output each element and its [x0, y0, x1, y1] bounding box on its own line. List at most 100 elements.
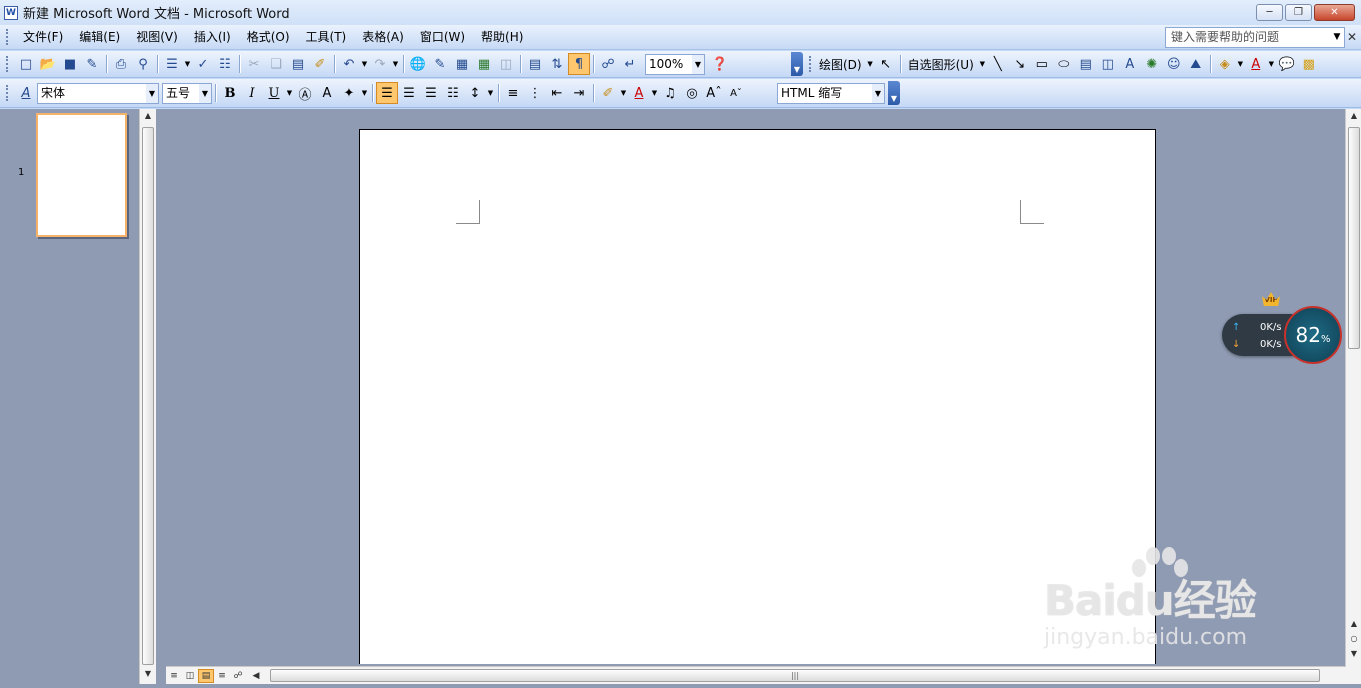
read-icon[interactable]: ☍: [597, 53, 619, 75]
research-book-icon[interactable]: ☷: [214, 53, 236, 75]
chevron-down-icon[interactable]: ▼: [692, 54, 704, 74]
chevron-down-icon[interactable]: ▼: [1236, 60, 1245, 68]
scroll-thumb[interactable]: [142, 127, 154, 665]
char-shading-icon[interactable]: A: [316, 82, 338, 104]
toolbar-grip[interactable]: [809, 56, 812, 72]
horizontal-scrollbar[interactable]: ≡ ◫ ▤ ≡ ☍ ◀ |||: [166, 666, 1346, 684]
chevron-down-icon[interactable]: ▼: [872, 83, 884, 103]
close-button[interactable]: ✕: [1314, 4, 1355, 21]
align-left-icon[interactable]: ☰: [376, 82, 398, 104]
select-objects-icon[interactable]: ↖: [875, 53, 897, 75]
scroll-up-icon[interactable]: ▲: [140, 111, 156, 125]
redo-icon[interactable]: ↷: [369, 53, 391, 75]
scroll-up-icon[interactable]: ▲: [1346, 111, 1361, 125]
autoshapes-menu-button[interactable]: 自选图形(U): [904, 56, 978, 73]
print-icon[interactable]: ⎙: [110, 53, 132, 75]
chevron-down-icon[interactable]: ▼: [1330, 28, 1344, 47]
font-select[interactable]: 宋体 ▼: [37, 82, 159, 104]
drawing-icon[interactable]: ▤: [524, 53, 546, 75]
bold-icon[interactable]: B: [219, 82, 241, 104]
arrow-icon[interactable]: ↘: [1009, 53, 1031, 75]
save-icon[interactable]: ■: [59, 53, 81, 75]
toolbar-options-icon[interactable]: ▼: [791, 52, 803, 76]
document-vertical-scrollbar[interactable]: ▲ ▲ ○ ▼: [1345, 109, 1361, 684]
spelling-icon[interactable]: ✓: [192, 53, 214, 75]
print-layout-icon[interactable]: ▤: [198, 668, 214, 683]
draw-menu-button[interactable]: 绘图(D): [815, 56, 866, 73]
chart-icon[interactable]: ▩: [1298, 53, 1320, 75]
restore-button[interactable]: ❐: [1285, 4, 1312, 21]
insert-excel-icon[interactable]: ▦: [473, 53, 495, 75]
chevron-down-icon[interactable]: ▼: [391, 60, 400, 68]
word-app-icon[interactable]: W: [4, 5, 18, 20]
close-document-icon[interactable]: ✕: [1347, 30, 1357, 44]
menu-edit[interactable]: 编辑(E): [71, 27, 128, 47]
toolbar-options-icon[interactable]: ▼: [888, 81, 900, 105]
normal-view-icon[interactable]: ≡: [166, 669, 182, 683]
rectangle-icon[interactable]: ▭: [1031, 53, 1053, 75]
menu-window[interactable]: 窗口(W): [412, 27, 473, 47]
document-map-icon[interactable]: ⇅: [546, 53, 568, 75]
scroll-thumb[interactable]: [1348, 127, 1360, 349]
reading-view-icon[interactable]: ☍: [230, 669, 246, 683]
research-icon[interactable]: ☰: [161, 53, 183, 75]
show-hide-icon[interactable]: ¶: [568, 53, 590, 75]
fill-color-icon[interactable]: ◈: [1214, 53, 1236, 75]
chevron-down-icon[interactable]: ▼: [1267, 60, 1276, 68]
network-speed-widget[interactable]: ↑ 0K/s ↓ 0K/s 82% VIP: [1222, 292, 1344, 366]
print-preview-icon[interactable]: ⚲: [132, 53, 154, 75]
minimize-button[interactable]: ─: [1256, 4, 1283, 21]
tables-borders-icon[interactable]: ✎: [429, 53, 451, 75]
paste-icon[interactable]: ▤: [287, 53, 309, 75]
scroll-left-icon[interactable]: ◀: [248, 669, 264, 683]
menubar-grip[interactable]: [6, 29, 9, 45]
copy-icon[interactable]: ❏: [265, 53, 287, 75]
oval-icon[interactable]: ⬭: [1053, 53, 1075, 75]
thumbnail-scrollbar[interactable]: ▲ ▼: [139, 109, 156, 684]
next-page-icon[interactable]: ▼: [1346, 649, 1361, 663]
clipart-icon[interactable]: ☺: [1163, 53, 1185, 75]
align-right-icon[interactable]: ☰: [420, 82, 442, 104]
phonetic-guide-icon[interactable]: ♫: [659, 82, 681, 104]
vertical-textbox-icon[interactable]: ◫: [1097, 53, 1119, 75]
chevron-down-icon[interactable]: ▼: [360, 60, 369, 68]
bullets-icon[interactable]: ⋮: [524, 82, 546, 104]
chevron-down-icon[interactable]: ▼: [650, 89, 659, 97]
grow-font-icon[interactable]: Aˆ: [703, 82, 725, 104]
insert-table-icon[interactable]: ▦: [451, 53, 473, 75]
columns-icon[interactable]: ◫: [495, 53, 517, 75]
char-scale-icon[interactable]: ✦: [338, 82, 360, 104]
scroll-thumb[interactable]: |||: [270, 669, 1320, 682]
highlight-icon[interactable]: ✐: [597, 82, 619, 104]
scroll-down-icon[interactable]: ▼: [140, 669, 156, 683]
format-painter-icon[interactable]: ✐: [309, 53, 331, 75]
style-select[interactable]: HTML 缩写 ▼: [777, 82, 885, 104]
cut-icon[interactable]: ✂: [243, 53, 265, 75]
outline-view-icon[interactable]: ≡: [214, 669, 230, 683]
char-border-icon[interactable]: Ⓐ: [294, 82, 316, 104]
distribute-icon[interactable]: ☷: [442, 82, 464, 104]
wordart-icon[interactable]: A: [1119, 53, 1141, 75]
chevron-down-icon[interactable]: ▼: [978, 60, 987, 68]
toolbar-grip[interactable]: [6, 56, 9, 72]
increase-indent-icon[interactable]: ⇥: [568, 82, 590, 104]
web-view-icon[interactable]: ◫: [182, 669, 198, 683]
chevron-down-icon[interactable]: ▼: [146, 83, 158, 103]
hyperlink-icon[interactable]: 🌐: [407, 53, 429, 75]
italic-icon[interactable]: I: [241, 82, 263, 104]
numbering-icon[interactable]: ≡: [502, 82, 524, 104]
textbox-icon[interactable]: ▤: [1075, 53, 1097, 75]
underline-icon[interactable]: U: [263, 82, 285, 104]
menu-format[interactable]: 格式(O): [239, 27, 298, 47]
picture-icon[interactable]: ⛰: [1185, 53, 1207, 75]
menu-help[interactable]: 帮助(H): [473, 27, 531, 47]
chevron-down-icon[interactable]: ▼: [486, 89, 495, 97]
chevron-down-icon[interactable]: ▼: [183, 60, 192, 68]
page-thumbnail[interactable]: [36, 113, 127, 237]
align-center-icon[interactable]: ☰: [398, 82, 420, 104]
menu-tools[interactable]: 工具(T): [298, 27, 355, 47]
chevron-down-icon[interactable]: ▼: [360, 89, 369, 97]
line-spacing-icon[interactable]: ↕: [464, 82, 486, 104]
undo-icon[interactable]: ↶: [338, 53, 360, 75]
enclose-char-icon[interactable]: ◎: [681, 82, 703, 104]
